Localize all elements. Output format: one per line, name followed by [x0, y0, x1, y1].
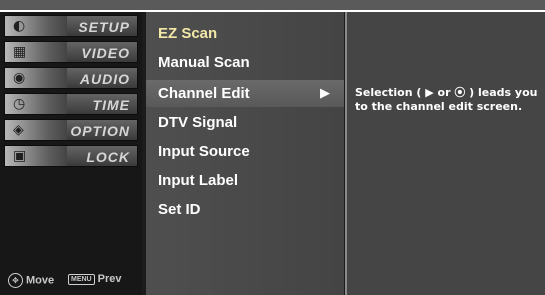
category-video[interactable]: ▦ VIDEO: [4, 41, 138, 63]
menu-item-input-label[interactable]: Input Label: [146, 167, 344, 194]
clock-icon: ◷: [5, 94, 67, 114]
film-reel-icon: ▦: [5, 42, 67, 62]
menu-item-label: Input Source: [158, 143, 250, 160]
menu-item-channel-edit[interactable]: Channel Edit ▶: [146, 80, 344, 107]
category-label: VIDEO: [81, 45, 130, 61]
menu-item-label: DTV Signal: [158, 114, 238, 131]
category-label: OPTION: [70, 123, 130, 139]
satellite-dish-icon: ◐: [5, 16, 67, 36]
category-setup[interactable]: ◐ SETUP: [4, 15, 138, 37]
lock-icon: ▣: [5, 146, 67, 166]
menu-item-label: EZ Scan: [158, 25, 218, 42]
category-label: AUDIO: [79, 71, 130, 87]
description-panel: Selection ( ▶ or ⦿ ) leads you to the ch…: [347, 12, 545, 295]
navigation-pad-icon: ✥: [8, 273, 23, 288]
menu-item-dtv-signal[interactable]: DTV Signal: [146, 109, 344, 136]
menu-item-label: Set ID: [158, 201, 201, 218]
category-label: TIME: [92, 97, 130, 113]
category-audio[interactable]: ◉ AUDIO: [4, 67, 138, 89]
category-lock[interactable]: ▣ LOCK: [4, 145, 138, 167]
category-label: LOCK: [86, 149, 130, 165]
prev-hint: MENU Prev: [68, 273, 121, 285]
category-label: SETUP: [78, 19, 130, 35]
menu-item-input-source[interactable]: Input Source: [146, 138, 344, 165]
category-column: ◐ SETUP ▦ VIDEO ◉ AUDIO ◷ TIME ◈ OPTION …: [0, 12, 142, 295]
help-bar: ✥ Move MENU Prev: [0, 267, 142, 295]
move-label: Move: [26, 274, 55, 287]
category-time[interactable]: ◷ TIME: [4, 93, 138, 115]
menu-item-label: Input Label: [158, 172, 238, 189]
menu-item-label: Manual Scan: [158, 54, 250, 71]
move-hint: ✥ Move: [8, 273, 54, 288]
speaker-icon: ◉: [5, 68, 67, 88]
menu-item-set-id[interactable]: Set ID: [146, 196, 344, 223]
submenu-arrow-icon: ▶: [320, 86, 330, 101]
category-option[interactable]: ◈ OPTION: [4, 119, 138, 141]
menu-item-label: Channel Edit: [158, 85, 250, 102]
description-text: Selection ( ▶ or ⦿ ) leads you to the ch…: [355, 86, 538, 113]
top-edge: [0, 0, 545, 12]
menu-item-ez-scan[interactable]: EZ Scan: [146, 20, 344, 47]
setup-submenu: EZ Scan Manual Scan Channel Edit ▶ DTV S…: [146, 12, 344, 295]
menu-key-icon: MENU: [68, 273, 95, 285]
prev-label: Prev: [97, 273, 122, 285]
tv-osd-menu: ◐ SETUP ▦ VIDEO ◉ AUDIO ◷ TIME ◈ OPTION …: [0, 0, 545, 295]
menu-item-manual-scan[interactable]: Manual Scan: [146, 49, 344, 76]
option-badge-icon: ◈: [5, 120, 67, 140]
